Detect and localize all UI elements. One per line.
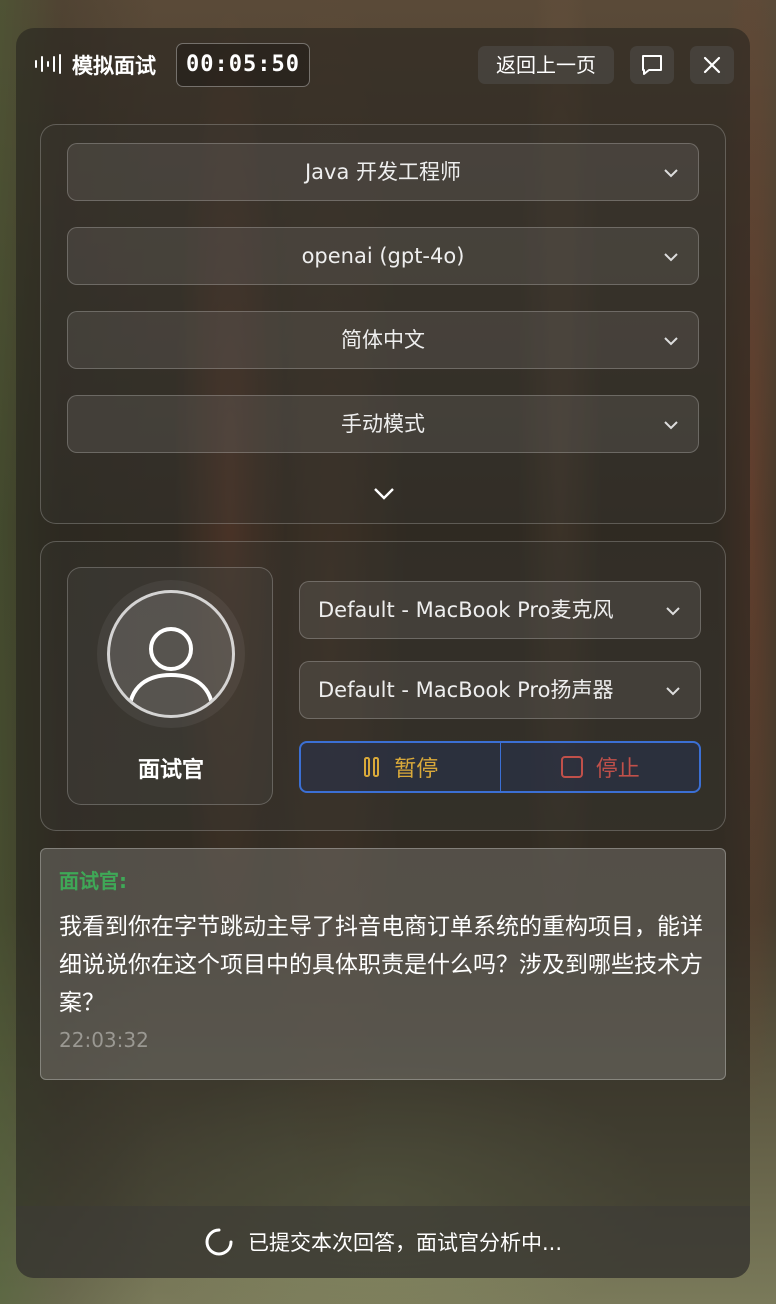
language-select[interactable]: 简体中文 bbox=[67, 311, 699, 369]
microphone-select[interactable]: Default - MacBook Pro麦克风 bbox=[299, 581, 701, 639]
interview-panel: 模拟面试 00:05:50 返回上一页 Java 开发工程师 openai (g… bbox=[16, 28, 750, 1278]
mode-select[interactable]: 手动模式 bbox=[67, 395, 699, 453]
stop-button[interactable]: 停止 bbox=[501, 743, 700, 791]
interview-timer: 00:05:50 bbox=[176, 43, 310, 87]
position-select[interactable]: Java 开发工程师 bbox=[67, 143, 699, 201]
pause-label: 暂停 bbox=[394, 757, 439, 782]
chevron-down-icon bbox=[664, 337, 678, 346]
message-bubble: 面试官: 我看到你在字节跳动主导了抖音电商订单系统的重构项目，能详细说说你在这个… bbox=[40, 848, 726, 1080]
chevron-down-icon bbox=[664, 421, 678, 430]
stop-icon bbox=[560, 756, 583, 778]
chat-icon bbox=[642, 55, 662, 75]
audio-card: 面试官 Default - MacBook Pro麦克风 Default - M… bbox=[40, 541, 726, 831]
spinner-icon bbox=[205, 1228, 233, 1256]
back-button[interactable]: 返回上一页 bbox=[478, 46, 614, 84]
pause-icon bbox=[364, 757, 380, 777]
chevron-down-icon bbox=[664, 169, 678, 178]
close-icon bbox=[703, 56, 721, 74]
header: 模拟面试 00:05:50 返回上一页 bbox=[16, 28, 750, 104]
mode-select-value: 手动模式 bbox=[341, 412, 425, 436]
model-select[interactable]: openai (gpt-4o) bbox=[67, 227, 699, 285]
user-icon bbox=[127, 627, 215, 715]
chevron-down-icon bbox=[666, 607, 680, 616]
model-select-value: openai (gpt-4o) bbox=[301, 244, 465, 268]
language-select-value: 简体中文 bbox=[341, 328, 425, 352]
message-text: 我看到你在字节跳动主导了抖音电商订单系统的重构项目，能详细说说你在这个项目中的具… bbox=[59, 914, 703, 1016]
interviewer-card: 面试官 bbox=[67, 567, 273, 805]
position-select-value: Java 开发工程师 bbox=[304, 160, 462, 184]
chat-button[interactable] bbox=[630, 46, 674, 84]
waveform-icon bbox=[35, 54, 61, 74]
playback-controls: 暂停 停止 bbox=[299, 741, 701, 793]
speaker-select-value: Default - MacBook Pro扬声器 bbox=[318, 678, 614, 702]
stop-label: 停止 bbox=[595, 757, 640, 782]
app-title: 模拟面试 bbox=[72, 54, 156, 78]
interviewer-label: 面试官 bbox=[137, 758, 204, 783]
expand-chevron-icon[interactable] bbox=[371, 483, 397, 503]
pause-button[interactable]: 暂停 bbox=[301, 743, 501, 791]
chevron-down-icon bbox=[664, 253, 678, 262]
message-speaker: 面试官: bbox=[59, 869, 127, 893]
avatar bbox=[97, 580, 245, 728]
speaker-select[interactable]: Default - MacBook Pro扬声器 bbox=[299, 661, 701, 719]
microphone-select-value: Default - MacBook Pro麦克风 bbox=[318, 598, 614, 622]
status-bar: 已提交本次回答，面试官分析中... bbox=[16, 1206, 750, 1278]
settings-card: Java 开发工程师 openai (gpt-4o) 简体中文 手动模式 bbox=[40, 124, 726, 524]
status-text: 已提交本次回答，面试官分析中... bbox=[247, 1231, 563, 1255]
chevron-down-icon bbox=[666, 687, 680, 696]
message-timestamp: 22:03:32 bbox=[59, 1028, 149, 1052]
close-button[interactable] bbox=[690, 46, 734, 84]
